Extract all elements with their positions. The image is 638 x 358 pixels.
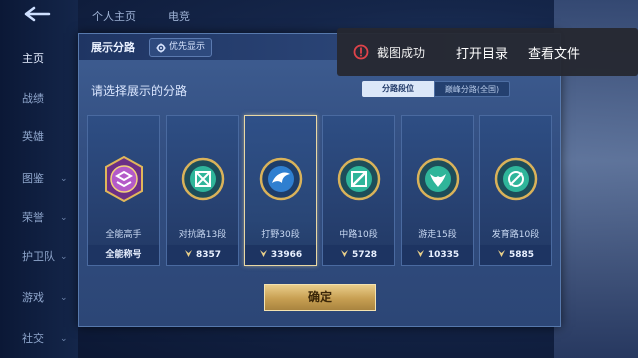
sidebar-item-label: 护卫队 — [22, 250, 55, 263]
sidebar-item-label: 战绩 — [22, 92, 44, 105]
role-name: 对抗路13段 — [178, 230, 227, 240]
points-icon — [497, 250, 505, 257]
tab-peak-role-national[interactable]: 巅峰分路(全国) — [434, 81, 510, 97]
tab-profile[interactable]: 个人主页 — [92, 8, 136, 24]
role-points: 10335 — [427, 250, 460, 260]
role-foot: 8357 — [167, 245, 238, 265]
role-card-mid-lane[interactable]: 中路10段 5728 — [322, 115, 395, 266]
toast-message: 截图成功 — [377, 46, 426, 60]
role-card-jungle[interactable]: 打野30段 33966 — [244, 115, 317, 266]
role-points: 8357 — [195, 250, 222, 260]
sidebar-item-atlas[interactable]: 图鉴 ⌄ — [0, 168, 78, 190]
tab-esports[interactable]: 电竞 — [168, 8, 190, 24]
tab-role-rank[interactable]: 分路段位 — [362, 81, 434, 97]
sidebar-item-guard[interactable]: 护卫队 ⌄ — [0, 246, 78, 268]
role-foot: 5885 — [480, 245, 551, 265]
error-circle-icon — [353, 44, 369, 60]
role-foot: 全能称号 — [88, 245, 159, 265]
chevron-down-icon: ⌄ — [60, 174, 68, 184]
open-directory-link[interactable]: 打开目录 — [456, 43, 508, 62]
back-arrow-icon[interactable] — [22, 6, 52, 22]
sidebar-item-label: 游戏 — [22, 291, 44, 304]
role-card-clash-lane[interactable]: 对抗路13段 8357 — [166, 115, 239, 266]
role-name: 打野30段 — [261, 230, 300, 240]
select-role-prompt: 请选择展示的分路 — [91, 84, 188, 98]
sidebar-item-label: 英雄 — [22, 130, 44, 143]
confirm-button[interactable]: 确定 — [264, 284, 376, 311]
role-foot: 5728 — [323, 245, 394, 265]
chevron-down-icon: ⌄ — [60, 252, 68, 262]
priority-display-label: 优先显示 — [169, 42, 206, 52]
sidebar-item-home[interactable]: 主页 — [0, 48, 78, 70]
show-role-dialog: 展示分路 优先显示 请选择展示的分路 分路段位 巅峰分路(全国) 全能高手 全能… — [78, 33, 561, 327]
sidebar-item-label: 荣誉 — [22, 211, 44, 224]
chevron-down-icon: ⌄ — [60, 293, 68, 303]
points-icon — [259, 250, 267, 257]
sidebar-item-social[interactable]: 社交 ⌄ — [0, 328, 78, 350]
sidebar-item-games[interactable]: 游戏 ⌄ — [0, 287, 78, 309]
dialog-title: 展示分路 — [91, 41, 135, 54]
role-name: 中路10段 — [339, 230, 378, 240]
sidebar-item-honor[interactable]: 荣誉 ⌄ — [0, 207, 78, 229]
sidebar-item-label: 主页 — [22, 52, 44, 65]
left-sidebar: 主页 战绩 英雄 图鉴 ⌄ 荣誉 ⌄ 护卫队 ⌄ 游戏 ⌄ 社交 ⌄ — [0, 0, 78, 358]
screenshot-toast: 截图成功 打开目录 查看文件 — [337, 28, 638, 76]
role-card-roam[interactable]: 游走15段 10335 — [401, 115, 474, 266]
role-points: 5885 — [508, 250, 535, 260]
priority-display-button[interactable]: 优先显示 — [149, 38, 213, 57]
jungle-badge-icon — [259, 157, 302, 201]
points-icon — [416, 250, 424, 257]
clash-lane-badge-icon — [181, 157, 224, 201]
role-foot: 33966 — [245, 245, 316, 265]
points-icon — [184, 250, 192, 257]
role-card-farm-lane[interactable]: 发育路10段 5885 — [479, 115, 552, 266]
sidebar-item-record[interactable]: 战绩 — [0, 88, 78, 110]
chevron-down-icon: ⌄ — [60, 213, 68, 223]
roam-badge-icon — [416, 157, 459, 201]
role-foot-text: 全能称号 — [105, 250, 142, 260]
gear-icon — [156, 43, 166, 52]
role-points: 33966 — [270, 250, 303, 260]
farm-lane-badge-icon — [494, 157, 537, 201]
role-name: 发育路10段 — [491, 230, 540, 240]
points-icon — [340, 250, 348, 257]
mid-lane-badge-icon — [337, 157, 380, 201]
role-foot: 10335 — [402, 245, 473, 265]
role-card-all-round[interactable]: 全能高手 全能称号 — [87, 115, 160, 266]
role-name: 游走15段 — [418, 230, 457, 240]
sidebar-item-heroes[interactable]: 英雄 — [0, 126, 78, 148]
chevron-down-icon: ⌄ — [60, 334, 68, 344]
all-round-badge-icon — [104, 156, 143, 202]
sidebar-item-label: 社交 — [22, 332, 44, 345]
role-points: 5728 — [351, 250, 378, 260]
sidebar-item-label: 图鉴 — [22, 172, 44, 185]
role-name: 全能高手 — [105, 230, 142, 240]
view-file-link[interactable]: 查看文件 — [528, 43, 580, 62]
